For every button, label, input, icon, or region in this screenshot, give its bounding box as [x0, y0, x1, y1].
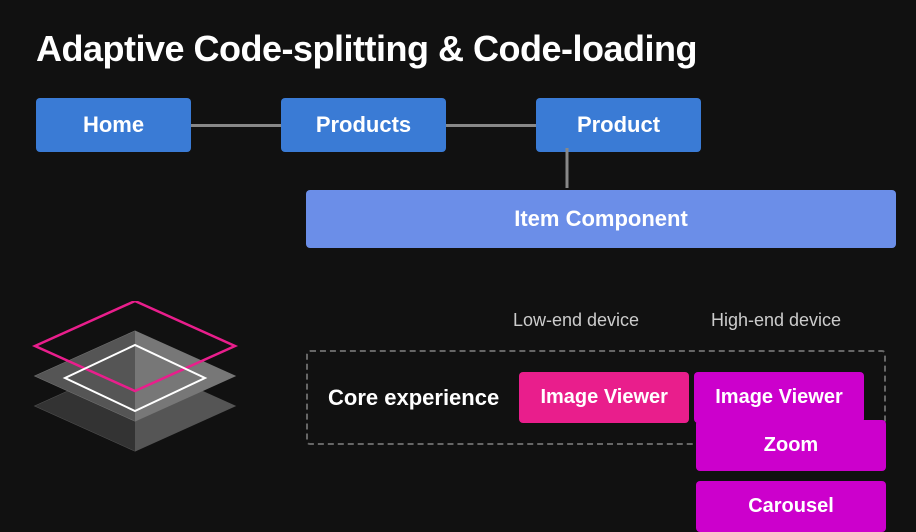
item-component-wrapper: Item Component: [306, 190, 896, 248]
connector-products-product: [446, 124, 536, 127]
connector-home-products: [191, 124, 281, 127]
right-extras: Zoom Carousel: [696, 420, 886, 532]
stack-icon: [20, 301, 250, 481]
page-title: Adaptive Code-splitting & Code-loading: [0, 0, 916, 90]
core-experience-label: Core experience: [328, 385, 499, 411]
image-viewer-high-end: Image Viewer: [694, 372, 864, 423]
label-high-end: High-end device: [676, 310, 876, 331]
vertical-connector-product-item: [566, 148, 569, 188]
label-low-end: Low-end device: [476, 310, 676, 331]
top-row: Home Products Product: [36, 98, 896, 152]
image-viewer-low-end: Image Viewer: [519, 372, 689, 423]
labels-row: Low-end device High-end device: [306, 310, 896, 331]
node-products: Products: [281, 98, 446, 152]
node-item-component: Item Component: [306, 190, 896, 248]
node-home: Home: [36, 98, 191, 152]
node-carousel: Carousel: [696, 481, 886, 532]
stack-svg: [20, 301, 250, 481]
node-zoom: Zoom: [696, 420, 886, 471]
node-product: Product: [536, 98, 701, 152]
